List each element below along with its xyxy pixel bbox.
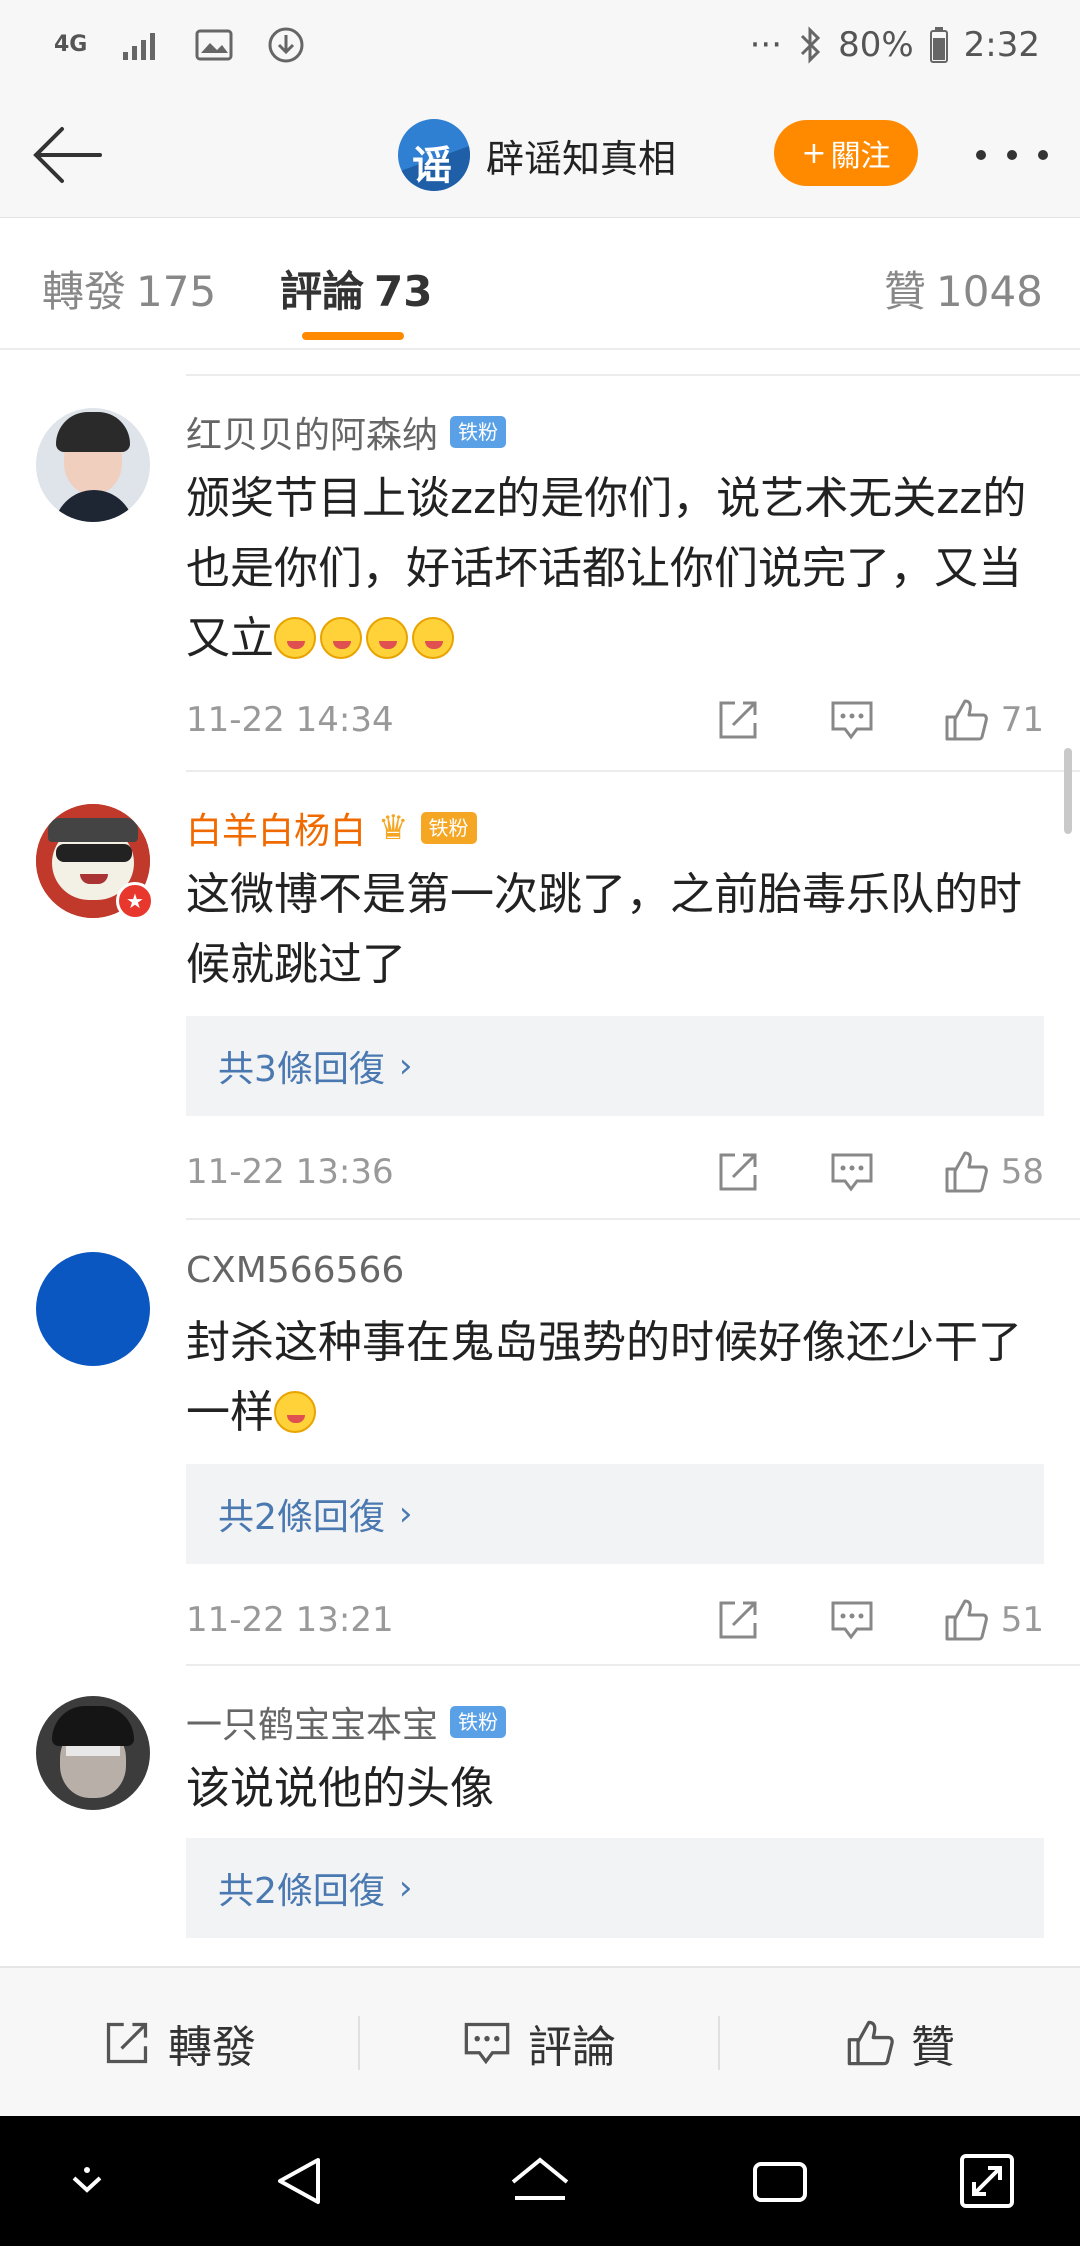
comment-text: 这微博不是第一次跳了，之前胎毒乐队的时候就跳过了 xyxy=(186,869,1022,990)
account-avatar[interactable]: 谣 xyxy=(398,119,470,191)
share-icon[interactable] xyxy=(715,1597,761,1643)
scrollbar[interactable] xyxy=(1064,748,1072,834)
like-icon[interactable] xyxy=(943,1597,989,1643)
like-button[interactable]: 贊 xyxy=(720,1968,1080,2118)
fan-badge: 铁粉 xyxy=(420,812,477,844)
comment-username[interactable]: 白羊白杨白 ♛ 铁粉 xyxy=(186,802,477,854)
comment-text: 颁奖节目上谈zz的是你们，说艺术无关zz的也是你们，好话坏话都让你们说完了，又当… xyxy=(186,473,1027,664)
comment-username[interactable]: 红贝贝的阿森纳 铁粉 xyxy=(186,406,507,458)
comment-username[interactable]: 一只鹤宝宝本宝 铁粉 xyxy=(186,1696,507,1748)
network-4g-icon: 4G xyxy=(54,32,88,57)
share-icon xyxy=(106,2022,148,2064)
chevron-down-icon[interactable] xyxy=(52,2146,122,2216)
replies-link[interactable]: 共3條回復 › xyxy=(186,1016,1044,1116)
like-icon xyxy=(847,2020,894,2066)
signal-icon xyxy=(123,33,156,60)
divider xyxy=(186,770,1080,772)
tab-bar: 轉發 175 評論 73 贊 1048 xyxy=(0,218,1080,350)
thinking-emoji-icon xyxy=(274,1391,316,1433)
comment-button[interactable]: 評論 xyxy=(360,1968,718,2118)
comment-icon xyxy=(464,2022,510,2065)
tab-likes[interactable]: 贊 1048 xyxy=(884,258,1043,319)
share-icon[interactable] xyxy=(715,697,761,743)
emoji-icon xyxy=(412,617,454,659)
account-header[interactable]: 谣 辟谣知真相 xyxy=(398,116,676,194)
bottom-action-bar: 轉發 評論 贊 xyxy=(0,1966,1080,2116)
chevron-right-icon: › xyxy=(398,1494,413,1534)
tab-reposts[interactable]: 轉發 175 xyxy=(42,258,216,319)
chevron-right-icon: › xyxy=(398,1046,413,1086)
tab-comments[interactable]: 評論 73 xyxy=(280,258,432,319)
back-triangle-icon[interactable] xyxy=(266,2146,336,2216)
emoji-icon xyxy=(366,617,408,659)
more-options-icon[interactable] xyxy=(976,132,1048,178)
avatar[interactable] xyxy=(36,1252,150,1366)
repost-button[interactable]: 轉發 xyxy=(0,1968,358,2118)
recent-apps-icon[interactable] xyxy=(745,2146,815,2216)
comment-username[interactable]: CXM566566 xyxy=(186,1250,404,1291)
status-bar: 4G ··· 80% 2:32 xyxy=(0,0,1080,92)
home-icon[interactable] xyxy=(505,2146,575,2216)
expand-icon[interactable] xyxy=(952,2146,1022,2216)
comment-text: 封杀这种事在鬼岛强势的时候好像还少干了一样 xyxy=(186,1317,1022,1438)
plus-icon: + xyxy=(801,135,827,171)
chevron-right-icon: › xyxy=(398,1868,413,1908)
comment-label: 評論 xyxy=(528,2022,616,2073)
follow-label: 關注 xyxy=(830,139,891,174)
share-icon[interactable] xyxy=(715,1149,761,1195)
replies-link[interactable]: 共2條回復 › xyxy=(186,1838,1044,1938)
comment-time: 11-22 14:34 xyxy=(186,700,394,740)
emoji-icon xyxy=(274,617,316,659)
system-nav-bar xyxy=(0,2116,1080,2246)
replies-link[interactable]: 共2條回復 › xyxy=(186,1464,1044,1564)
comment-text: 该说说他的头像 xyxy=(186,1763,494,1814)
more-status-icon: ··· xyxy=(749,25,783,65)
comment-time: 11-22 13:36 xyxy=(186,1152,394,1192)
gallery-icon xyxy=(195,29,233,61)
active-tab-indicator xyxy=(302,332,404,340)
bluetooth-icon xyxy=(801,26,821,64)
avatar[interactable] xyxy=(36,1696,150,1810)
verified-badge-icon: ★ xyxy=(116,882,154,920)
avatar[interactable] xyxy=(36,408,150,522)
comment-icon[interactable] xyxy=(829,697,875,743)
like-count: 71 xyxy=(1000,700,1044,740)
comment-meta: 11-22 13:21 51 xyxy=(186,1590,1044,1650)
comment-meta: 11-22 13:36 58 xyxy=(186,1142,1044,1202)
avatar-text: 谣 xyxy=(412,143,452,189)
like-count: 51 xyxy=(1000,1600,1044,1640)
account-name[interactable]: 辟谣知真相 xyxy=(486,128,676,183)
title-bar: 谣 辟谣知真相 + 關注 xyxy=(0,92,1080,218)
repost-label: 轉發 xyxy=(168,2022,256,2073)
fan-badge: 铁粉 xyxy=(450,416,507,448)
comment-meta: 11-22 14:34 71 xyxy=(186,690,1044,750)
back-arrow-icon[interactable] xyxy=(28,120,108,190)
divider xyxy=(186,1664,1080,1666)
follow-button[interactable]: + 關注 xyxy=(774,120,918,186)
comment-icon[interactable] xyxy=(829,1597,875,1643)
comment-icon[interactable] xyxy=(829,1149,875,1195)
emoji-icon xyxy=(320,617,362,659)
download-icon xyxy=(268,27,304,63)
comment-time: 11-22 13:21 xyxy=(186,1600,394,1640)
battery-icon xyxy=(929,27,948,63)
avatar[interactable]: ★ xyxy=(36,804,154,920)
battery-percent: 80% xyxy=(838,25,914,65)
clock: 2:32 xyxy=(963,25,1040,65)
like-label: 贊 xyxy=(911,2022,955,2073)
divider xyxy=(186,1218,1080,1220)
fan-badge: 铁粉 xyxy=(450,1706,507,1738)
like-icon[interactable] xyxy=(943,697,989,743)
like-icon[interactable] xyxy=(943,1149,989,1195)
divider xyxy=(186,374,1080,376)
crown-icon: ♛ xyxy=(378,808,409,848)
like-count: 58 xyxy=(1000,1152,1044,1192)
